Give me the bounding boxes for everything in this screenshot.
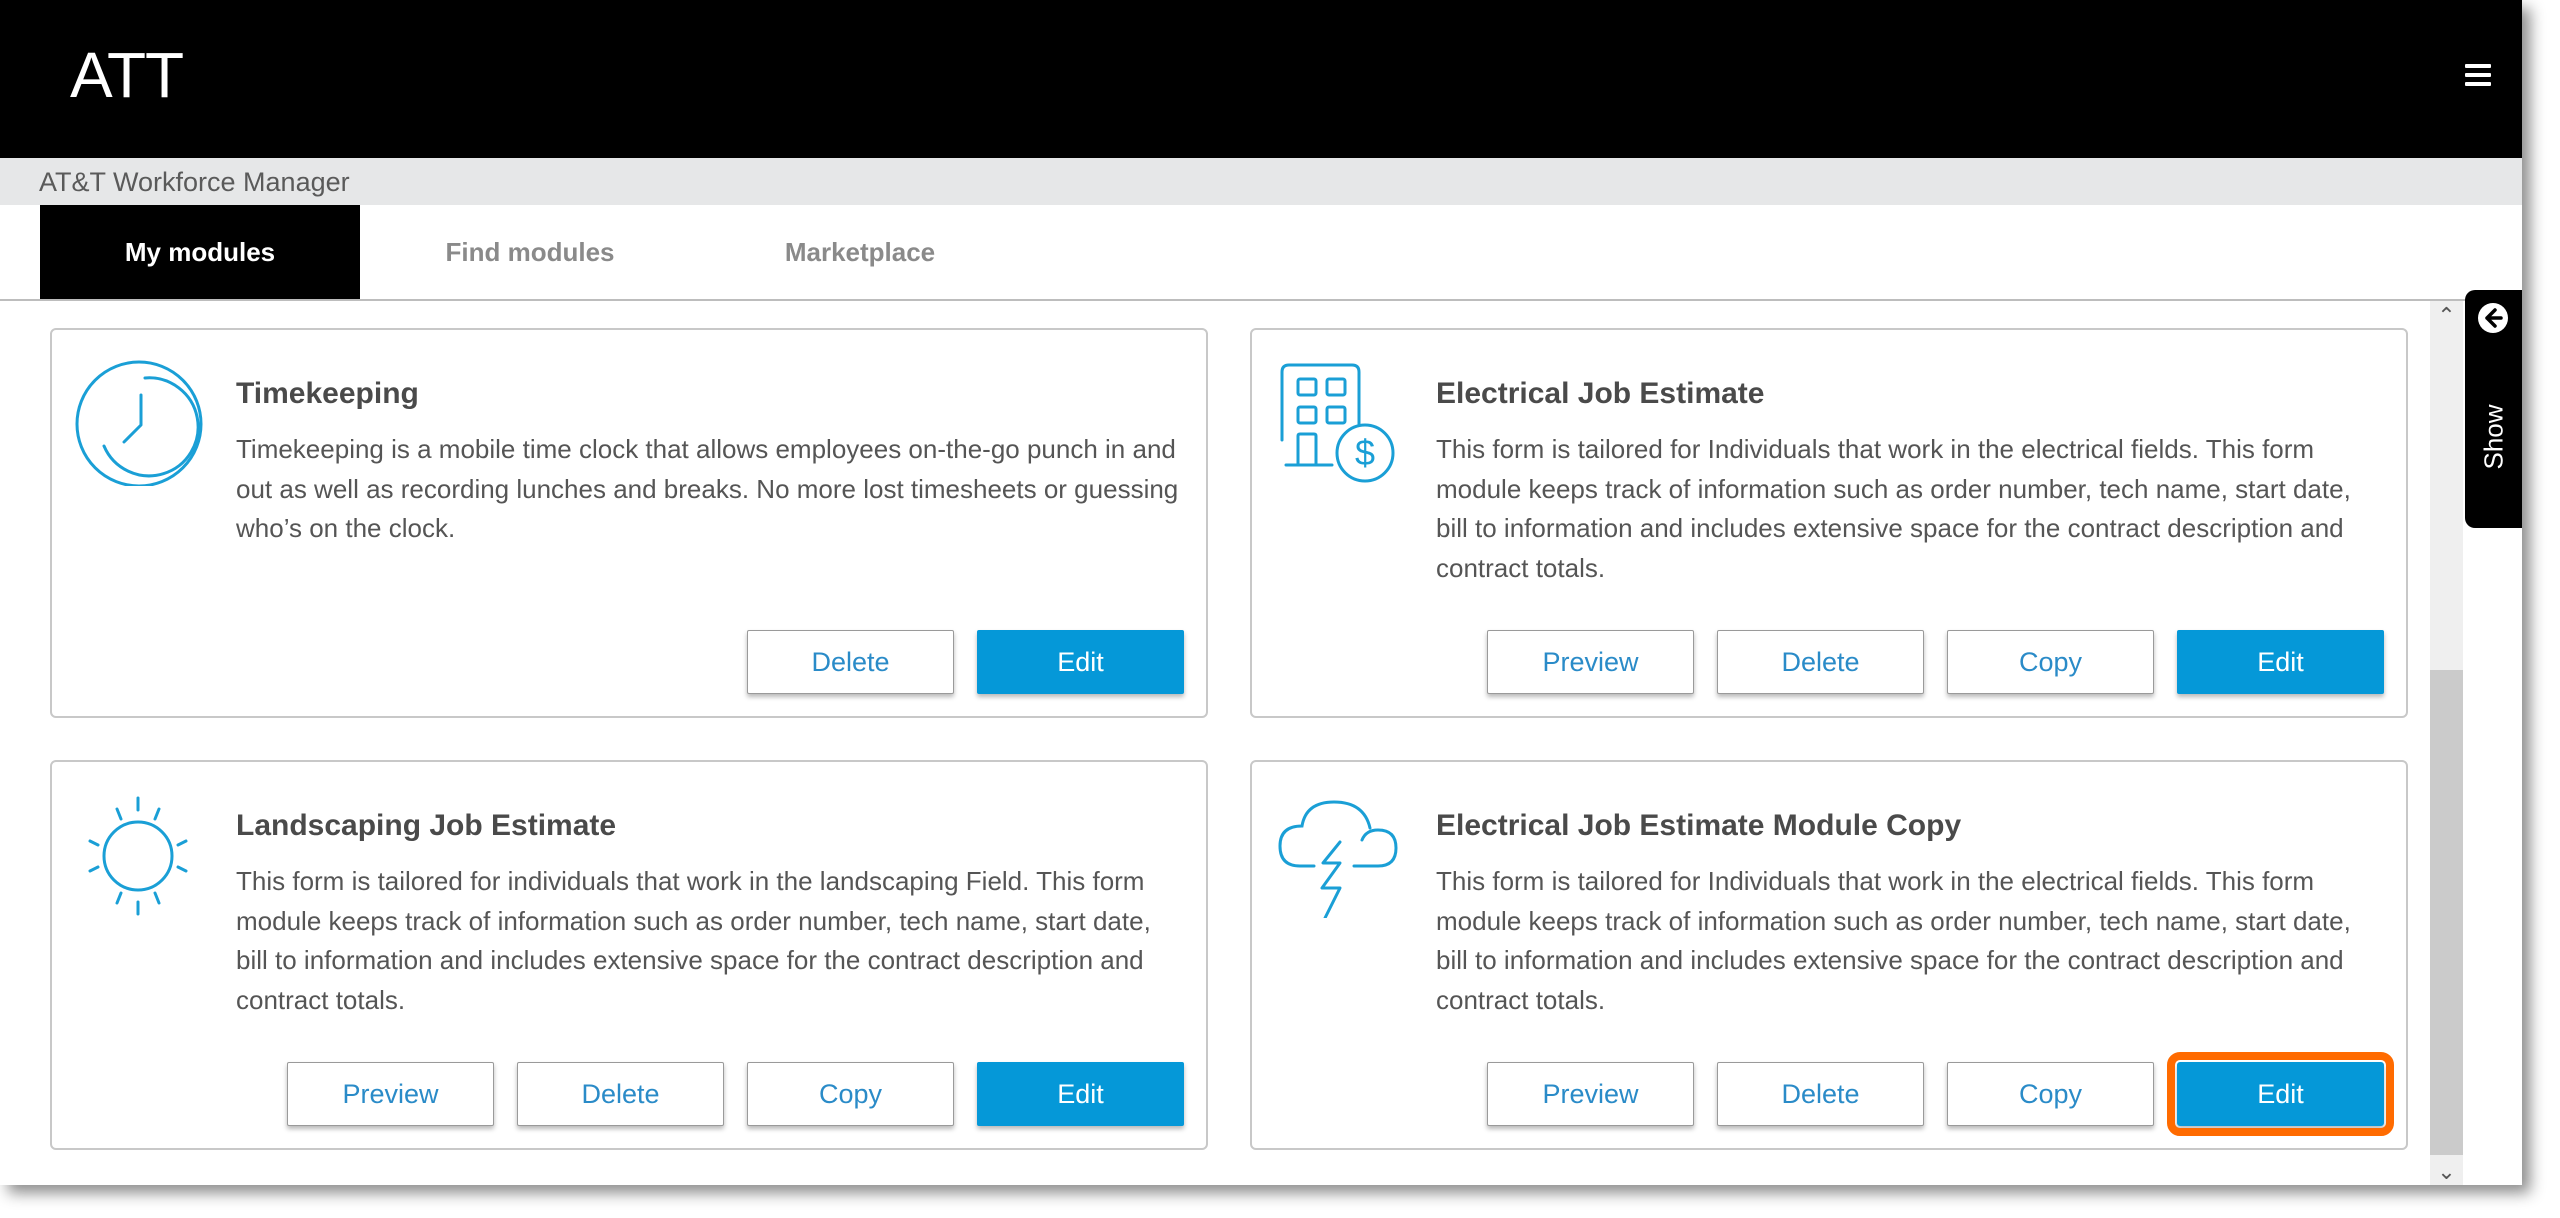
edit-button[interactable]: Edit bbox=[977, 1062, 1184, 1126]
module-actions: Preview Delete Copy Edit bbox=[287, 1062, 1184, 1126]
svg-text:$: $ bbox=[1355, 432, 1375, 473]
preview-button[interactable]: Preview bbox=[287, 1062, 494, 1126]
copy-button[interactable]: Copy bbox=[747, 1062, 954, 1126]
module-title: Landscaping Job Estimate bbox=[236, 809, 617, 842]
module-description: This form is tailored for Individuals th… bbox=[1436, 434, 2351, 583]
delete-button[interactable]: Delete bbox=[1717, 630, 1924, 694]
module-actions: Delete Edit bbox=[747, 630, 1184, 694]
module-actions: Preview Delete Copy Edit bbox=[1487, 630, 2384, 694]
show-label: Show bbox=[2478, 404, 2509, 470]
app-subtitle: AT&T Workforce Manager bbox=[39, 167, 350, 197]
top-header: ATT bbox=[0, 0, 2522, 158]
copy-button[interactable]: Copy bbox=[1947, 630, 2154, 694]
hamburger-menu-icon[interactable] bbox=[2465, 64, 2491, 86]
module-description: This form is tailored for Individuals th… bbox=[1436, 866, 2351, 1015]
preview-button[interactable]: Preview bbox=[1487, 630, 1694, 694]
app-window: ATT AT&T Workforce Manager My modules Fi… bbox=[0, 0, 2522, 1185]
edit-button[interactable]: Edit bbox=[977, 630, 1184, 694]
modules-grid: Timekeeping Timekeeping is a mobile time… bbox=[0, 301, 2428, 1185]
arrow-left-circle-icon bbox=[2478, 303, 2508, 333]
module-description: This form is tailored for individuals th… bbox=[236, 866, 1151, 1015]
scrollbar-thumb[interactable] bbox=[2430, 670, 2463, 1155]
module-card-timekeeping: Timekeeping Timekeeping is a mobile time… bbox=[50, 328, 1208, 718]
module-card-landscaping-job-estimate: Landscaping Job Estimate This form is ta… bbox=[50, 760, 1208, 1150]
module-title: Electrical Job Estimate bbox=[1436, 377, 1765, 410]
tab-bar: My modules Find modules Marketplace bbox=[0, 205, 2522, 301]
scroll-up-icon[interactable]: ⌃ bbox=[2430, 303, 2463, 329]
module-title: Timekeeping bbox=[236, 377, 419, 410]
module-actions: Preview Delete Copy Edit bbox=[1487, 1052, 2394, 1136]
building-dollar-icon: $ bbox=[1280, 363, 1395, 483]
module-description: Timekeeping is a mobile time clock that … bbox=[236, 434, 1179, 543]
vertical-scrollbar[interactable]: ⌃ ⌄ bbox=[2430, 301, 2463, 1185]
edit-button-highlighted[interactable]: Edit bbox=[2167, 1052, 2394, 1136]
delete-button[interactable]: Delete bbox=[1717, 1062, 1924, 1126]
module-card-electrical-job-estimate: $ Electrical Job Estimate This form is t… bbox=[1250, 328, 2408, 718]
clock-icon bbox=[75, 360, 203, 486]
logo: ATT bbox=[70, 39, 184, 111]
subheader-bar: AT&T Workforce Manager bbox=[0, 158, 2522, 205]
edit-button[interactable]: Edit bbox=[2177, 630, 2384, 694]
module-title: Electrical Job Estimate Module Copy bbox=[1436, 809, 1962, 842]
sun-icon bbox=[88, 796, 188, 916]
module-card-electrical-job-estimate-copy: Electrical Job Estimate Module Copy This… bbox=[1250, 760, 2408, 1150]
copy-button[interactable]: Copy bbox=[1947, 1062, 2154, 1126]
cloud-lightning-icon bbox=[1278, 800, 1398, 918]
delete-button[interactable]: Delete bbox=[517, 1062, 724, 1126]
delete-button[interactable]: Delete bbox=[747, 630, 954, 694]
scroll-down-icon[interactable]: ⌄ bbox=[2430, 1159, 2463, 1185]
tab-marketplace[interactable]: Marketplace bbox=[720, 205, 1000, 299]
show-panel-toggle[interactable]: Show bbox=[2465, 290, 2522, 528]
preview-button[interactable]: Preview bbox=[1487, 1062, 1694, 1126]
tab-find-modules[interactable]: Find modules bbox=[390, 205, 670, 299]
tab-my-modules[interactable]: My modules bbox=[40, 205, 360, 299]
